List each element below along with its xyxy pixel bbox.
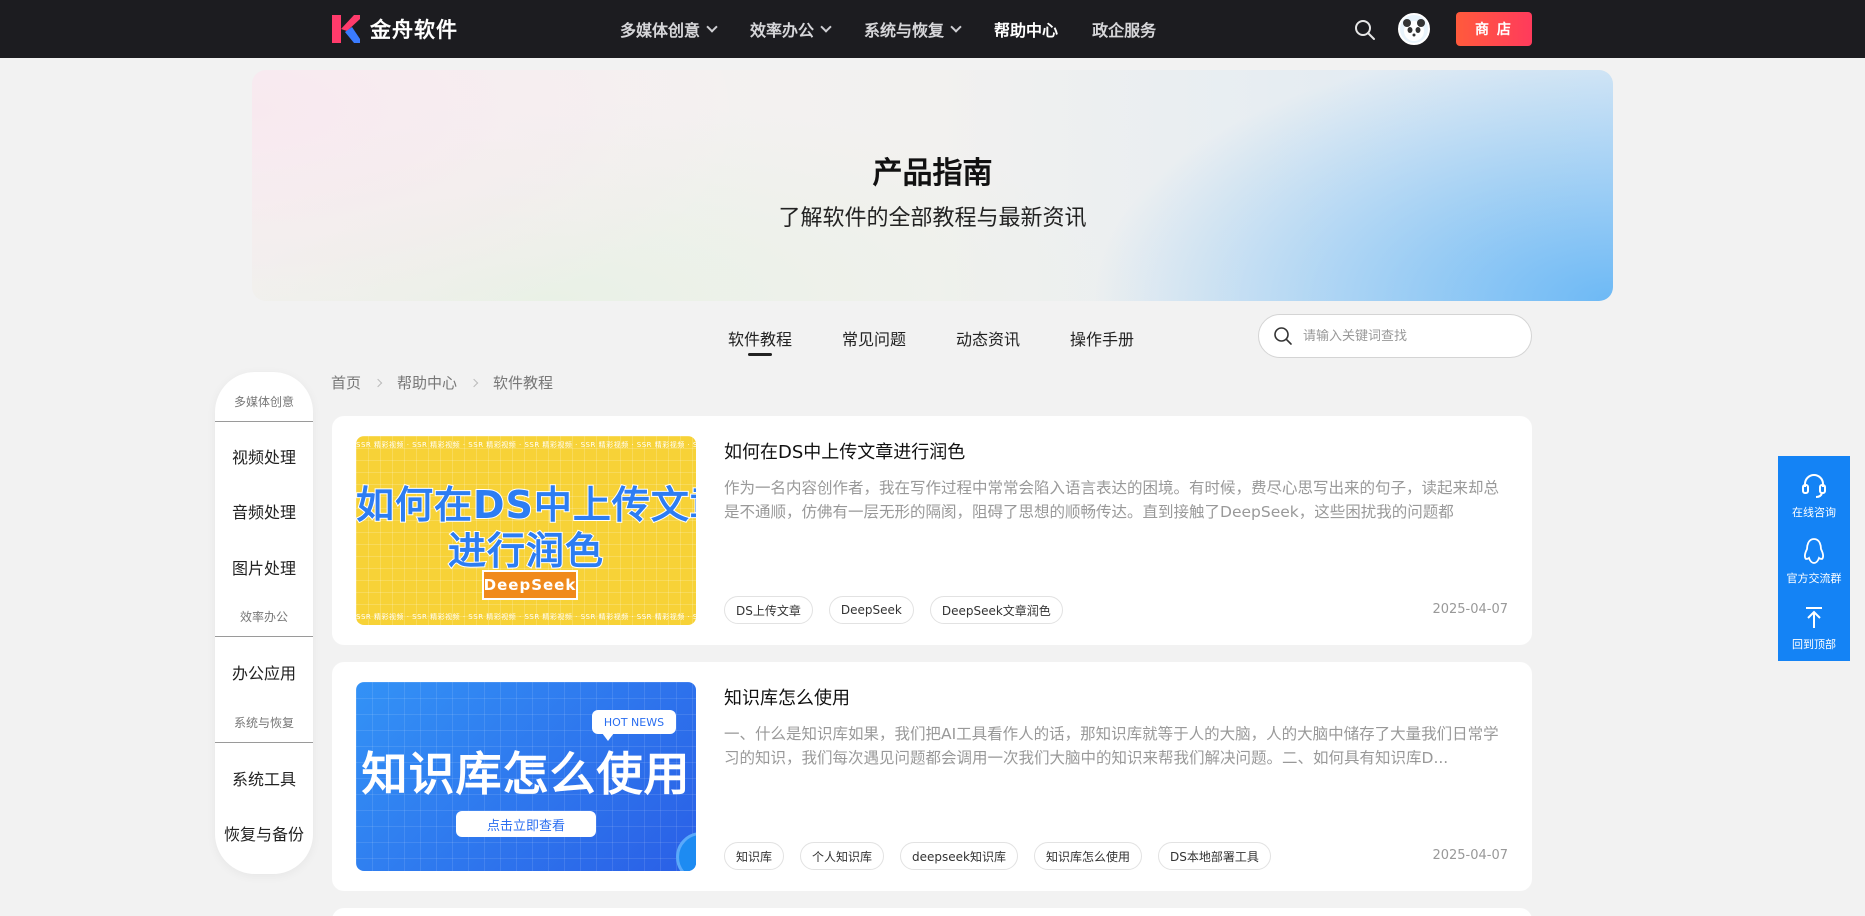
- sidebar-item-recovery[interactable]: 恢复与备份: [215, 821, 313, 845]
- tab-manual[interactable]: 操作手册: [1070, 326, 1134, 350]
- category-sidebar: 多媒体创意 视频处理 音频处理 图片处理 效率办公 办公应用 系统与恢复 系统工…: [215, 372, 313, 874]
- thumbnail-strip: SSR 精彩视频 · SSR 精彩视频 · SSR 精彩视频 · SSR 精彩视…: [356, 441, 696, 449]
- tag[interactable]: 知识库怎么使用: [1034, 842, 1143, 870]
- float-label: 官方交流群: [1786, 572, 1842, 585]
- thumbnail-strip: SSR 精彩视频 · SSR 精彩视频 · SSR 精彩视频 · SSR 精彩视…: [356, 613, 696, 621]
- float-label: 在线咨询: [1792, 506, 1836, 519]
- penguin-icon: [1804, 538, 1824, 564]
- page-subtitle: 了解软件的全部教程与最新资讯: [778, 206, 1087, 231]
- category-tabs: 软件教程 常见问题 动态资讯 操作手册: [728, 326, 1184, 350]
- thumbnail-cta: 点击立即查看: [456, 811, 596, 837]
- tag[interactable]: deepseek知识库: [900, 842, 1018, 870]
- sidebar-item-office[interactable]: 办公应用: [215, 660, 313, 684]
- floating-service-bar: 在线咨询 官方交流群 回到顶部: [1778, 456, 1850, 661]
- search-icon[interactable]: [1354, 19, 1376, 41]
- logo-k-icon: [332, 15, 360, 43]
- tag[interactable]: DeepSeek文章润色: [929, 596, 1063, 624]
- thumbnail-badge: DeepSeek: [482, 570, 578, 600]
- tab-faq[interactable]: 常见问题: [842, 326, 906, 350]
- nav-label: 系统与恢复: [864, 21, 945, 40]
- article-tags: 知识库 个人知识库 deepseek知识库 知识库怎么使用 DS本地部署工具: [724, 842, 1271, 870]
- nav-office[interactable]: 效率办公: [750, 17, 832, 41]
- article-thumbnail[interactable]: HOT NEWS 知识库怎么使用 点击立即查看: [356, 682, 696, 871]
- hero-banner: 产品指南 了解软件的全部教程与最新资讯: [252, 70, 1613, 301]
- brand-logo[interactable]: 金舟软件: [332, 15, 458, 43]
- nav-system[interactable]: 系统与恢复: [864, 17, 962, 41]
- thumbnail-headline: 知识库怎么使用: [361, 747, 691, 801]
- headset-icon: [1802, 474, 1826, 498]
- nav-label: 帮助中心: [994, 21, 1059, 40]
- sidebar-divider: [215, 742, 313, 743]
- sidebar-item-system-tools[interactable]: 系统工具: [215, 766, 313, 790]
- article-card[interactable]: [332, 908, 1532, 916]
- nav-label: 政企服务: [1092, 21, 1157, 40]
- decorative-bubble-icon: [676, 832, 696, 871]
- sidebar-group-title: 效率办公: [239, 610, 288, 624]
- arrow-up-icon: [1806, 607, 1822, 628]
- chevron-down-icon: [706, 20, 718, 33]
- chevron-right-icon: [469, 378, 479, 387]
- article-date: 2025-04-07: [1432, 848, 1508, 863]
- article-card[interactable]: SSR 精彩视频 · SSR 精彩视频 · SSR 精彩视频 · SSR 精彩视…: [332, 416, 1532, 645]
- article-date: 2025-04-07: [1432, 602, 1508, 617]
- tag[interactable]: 知识库: [724, 842, 785, 870]
- thumbnail-hot-badge: HOT NEWS: [592, 710, 676, 741]
- breadcrumb: 首页 帮助中心 软件教程: [331, 372, 553, 393]
- chevron-right-icon: [373, 378, 383, 387]
- sidebar-item-video[interactable]: 视频处理: [215, 444, 313, 468]
- thumbnail-headline: 进行润色: [447, 528, 604, 574]
- sidebar-group-title: 多媒体创意: [233, 395, 294, 409]
- online-consult-button[interactable]: 在线咨询: [1778, 470, 1850, 520]
- sidebar-item-image[interactable]: 图片处理: [215, 555, 313, 579]
- tab-tutorials[interactable]: 软件教程: [728, 326, 792, 350]
- brand-name: 金舟软件: [370, 18, 458, 42]
- avatar[interactable]: [1398, 13, 1430, 45]
- nav-enterprise[interactable]: 政企服务: [1092, 17, 1156, 41]
- breadcrumb-current: 软件教程: [493, 374, 554, 392]
- float-label: 回到顶部: [1792, 638, 1836, 651]
- sidebar-item-audio[interactable]: 音频处理: [215, 499, 313, 523]
- shop-button[interactable]: 商 店: [1456, 12, 1532, 46]
- article-title[interactable]: 如何在DS中上传文章进行润色: [724, 438, 965, 464]
- search-input[interactable]: [1303, 328, 1503, 344]
- back-to-top-button[interactable]: 回到顶部: [1778, 602, 1850, 652]
- search-icon[interactable]: [1273, 326, 1293, 346]
- article-tags: DS上传文章 DeepSeek DeepSeek文章润色: [724, 596, 1063, 624]
- sidebar-group-title: 系统与恢复: [233, 716, 294, 730]
- chevron-down-icon: [950, 20, 962, 33]
- page-title: 产品指南: [872, 156, 993, 191]
- article-title[interactable]: 知识库怎么使用: [724, 684, 850, 710]
- nav-help-center[interactable]: 帮助中心: [994, 17, 1058, 41]
- top-navbar: 金舟软件 多媒体创意 效率办公 系统与恢复 帮助中心 政企服务 商 店: [0, 0, 1865, 58]
- tag[interactable]: DeepSeek: [828, 596, 914, 624]
- article-excerpt: 一、什么是知识库如果，我们把AI工具看作人的话，那知识库就等于人的大脑，人的大脑…: [724, 725, 1499, 767]
- nav-multimedia[interactable]: 多媒体创意: [620, 17, 718, 41]
- breadcrumb-help-center[interactable]: 帮助中心: [397, 372, 457, 393]
- chevron-down-icon: [820, 20, 832, 33]
- tab-news[interactable]: 动态资讯: [956, 326, 1020, 350]
- article-excerpt: 作为一名内容创作者，我在写作过程中常常会陷入语言表达的困境。有时候，费尽心思写出…: [724, 479, 1500, 521]
- breadcrumb-home[interactable]: 首页: [331, 372, 361, 393]
- sidebar-divider: [215, 636, 313, 637]
- nav-label: 多媒体创意: [620, 21, 701, 40]
- article-thumbnail[interactable]: SSR 精彩视频 · SSR 精彩视频 · SSR 精彩视频 · SSR 精彩视…: [356, 436, 696, 625]
- tag[interactable]: 个人知识库: [800, 842, 885, 870]
- article-card[interactable]: HOT NEWS 知识库怎么使用 点击立即查看 知识库怎么使用 一、什么是知识库…: [332, 662, 1532, 891]
- community-group-button[interactable]: 官方交流群: [1778, 536, 1850, 586]
- tag[interactable]: DS上传文章: [724, 596, 813, 624]
- search-box: [1258, 314, 1532, 358]
- tag[interactable]: DS本地部署工具: [1158, 842, 1271, 870]
- sidebar-divider: [215, 421, 313, 422]
- main-menu: 多媒体创意 效率办公 系统与恢复 帮助中心 政企服务: [620, 0, 1190, 58]
- nav-label: 效率办公: [750, 21, 815, 40]
